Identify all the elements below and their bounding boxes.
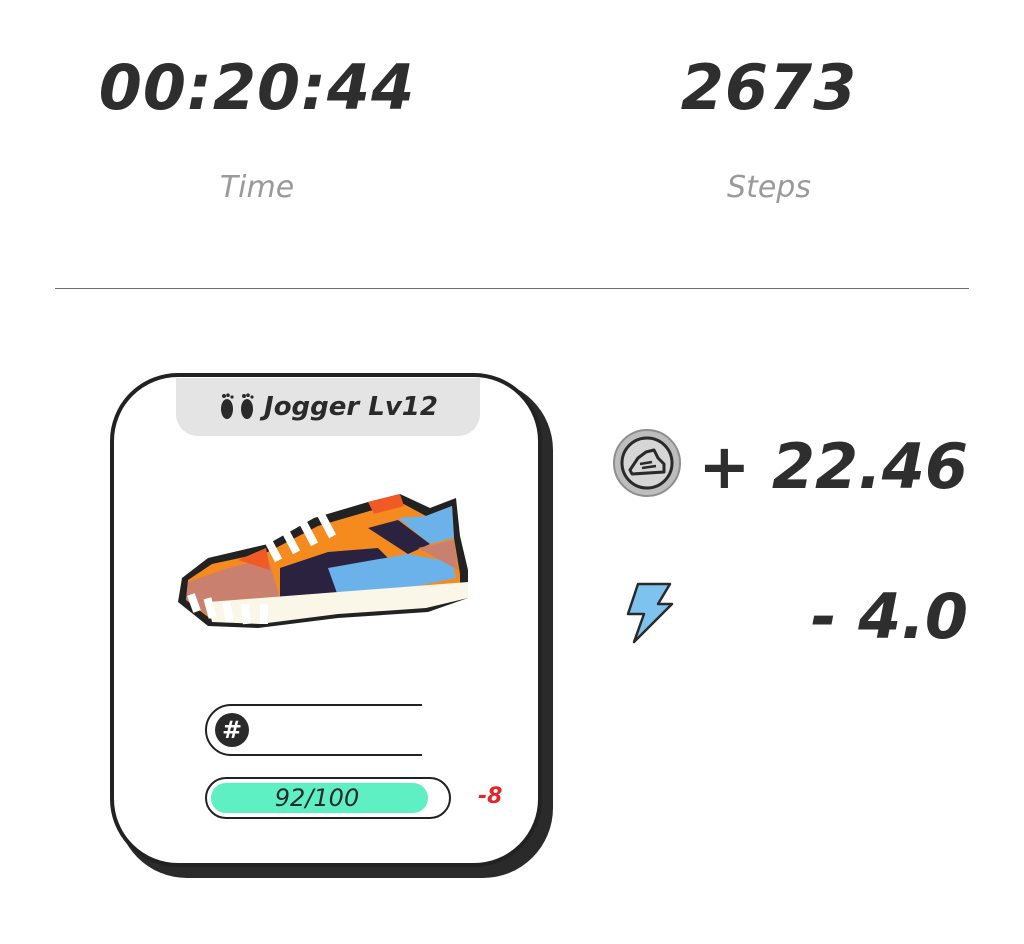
card-title: Jogger Lv12 [264, 392, 438, 422]
stat-time: 00:20:44 Time [77, 50, 437, 205]
energy-value: - 4.0 [810, 580, 968, 653]
card-title-tab: Jogger Lv12 [176, 378, 480, 436]
footprints-icon [218, 392, 258, 422]
durability-text: 92/100 [274, 784, 360, 812]
sneaker-token-icon [613, 429, 681, 497]
durability-bar: 92/100 [205, 777, 451, 819]
time-value: 00:20:44 [98, 51, 416, 124]
earned-value: + 22.46 [698, 430, 968, 503]
time-label: Time [219, 170, 295, 205]
durability-delta: -8 [478, 784, 503, 809]
shoe-id-field: # [205, 703, 450, 757]
stat-steps: 2673 Steps [589, 50, 949, 205]
id-mask [422, 703, 450, 757]
steps-label: Steps [727, 170, 811, 205]
hash-icon: # [215, 713, 249, 747]
steps-value: 2673 [680, 51, 858, 124]
lightning-bolt-icon [626, 582, 674, 644]
sneaker-image [178, 494, 468, 628]
divider [55, 288, 969, 289]
